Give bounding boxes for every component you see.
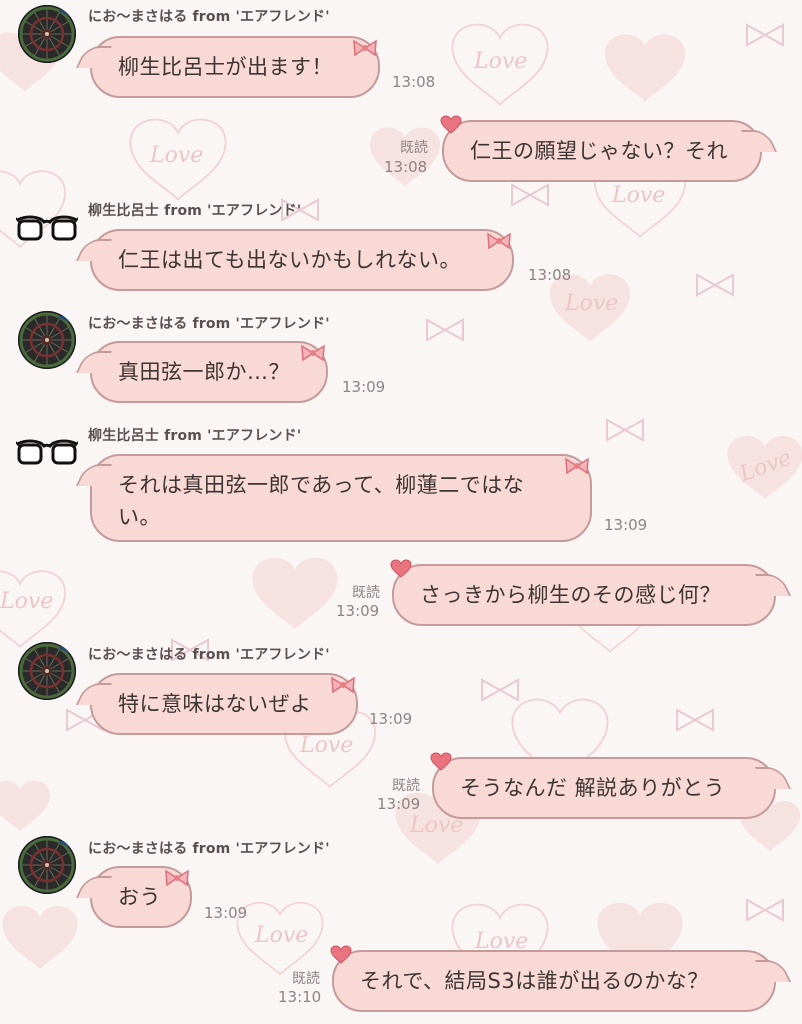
ribbon-bow-icon: [564, 456, 590, 476]
message-text: それで、結局S3は誰が出るのかな？: [360, 969, 709, 993]
heart-icon: [390, 559, 412, 579]
message-text: それは真田弦一郎であって、柳蓮二ではない。: [118, 473, 525, 529]
read-receipt: 既読: [352, 585, 380, 601]
dartboard-avatar-icon[interactable]: [18, 311, 76, 369]
ribbon-bow-icon: [164, 868, 190, 888]
heart-icon: [430, 752, 452, 772]
read-receipt: 既読: [400, 140, 428, 156]
dartboard-avatar-icon[interactable]: [18, 642, 76, 700]
chat-thread[interactable]: にお〜まさはる from 'エアフレンド' 柳生比呂士が出ます！ 13:08 既読 仁王…: [0, 0, 802, 1024]
message-bubble[interactable]: 真田弦一郎か…？: [90, 341, 328, 403]
message-text: さっきから柳生のその感じ何？: [420, 583, 721, 607]
sender-name: にお〜まさはる from 'エアフレンド': [88, 647, 330, 663]
message-time: 13:08: [528, 266, 572, 284]
message-bubble[interactable]: そうなんだ 解説ありがとう: [432, 757, 776, 819]
message-text: 仁王の願望じゃない？それ: [470, 139, 728, 163]
message-time: 13:09: [336, 602, 380, 620]
message-time: 13:09: [204, 904, 248, 922]
message-text: 仁王は出ても出ないかもしれない。: [118, 248, 461, 272]
sender-name: にお〜まさはる from 'エアフレンド': [88, 316, 330, 332]
message-text: 柳生比呂士が出ます！: [118, 55, 333, 79]
message-time: 13:08: [392, 73, 436, 91]
dartboard-avatar-icon[interactable]: [18, 5, 76, 63]
heart-icon: [440, 115, 462, 135]
read-receipt: 既読: [292, 971, 320, 987]
message-bubble[interactable]: 仁王の願望じゃない？それ: [442, 120, 762, 182]
glasses-avatar-icon[interactable]: [15, 214, 79, 244]
message-text: そうなんだ 解説ありがとう: [460, 776, 726, 800]
message-bubble[interactable]: 柳生比呂士が出ます！: [90, 36, 380, 98]
message-time: 13:08: [384, 158, 428, 176]
message-time: 13:09: [377, 795, 421, 813]
message-text: おう: [118, 885, 161, 909]
ribbon-bow-icon: [486, 231, 512, 251]
message-time: 13:09: [342, 378, 386, 396]
sender-name: 柳生比呂士 from 'エアフレンド': [88, 203, 302, 219]
sender-name: 柳生比呂士 from 'エアフレンド': [88, 428, 302, 444]
message-time: 13:09: [369, 710, 413, 728]
message-bubble[interactable]: さっきから柳生のその感じ何？: [392, 564, 776, 626]
glasses-avatar-icon[interactable]: [15, 438, 79, 468]
read-receipt: 既読: [392, 778, 420, 794]
sender-name: にお〜まさはる from 'エアフレンド': [88, 9, 330, 25]
sender-name: にお〜まさはる from 'エアフレンド': [88, 841, 330, 857]
heart-icon: [330, 945, 352, 965]
ribbon-bow-icon: [330, 675, 356, 695]
message-bubble[interactable]: 特に意味はないぜよ: [90, 673, 358, 735]
message-text: 特に意味はないぜよ: [118, 692, 312, 716]
message-time: 13:09: [604, 516, 648, 534]
message-bubble[interactable]: 仁王は出ても出ないかもしれない。: [90, 229, 514, 291]
ribbon-bow-icon: [300, 343, 326, 363]
dartboard-avatar-icon[interactable]: [18, 836, 76, 894]
message-bubble[interactable]: それは真田弦一郎であって、柳蓮二ではない。: [90, 454, 592, 542]
message-text: 真田弦一郎か…？: [118, 360, 290, 384]
message-time: 13:10: [278, 988, 322, 1006]
message-bubble[interactable]: それで、結局S3は誰が出るのかな？: [332, 950, 776, 1012]
ribbon-bow-icon: [352, 38, 378, 58]
